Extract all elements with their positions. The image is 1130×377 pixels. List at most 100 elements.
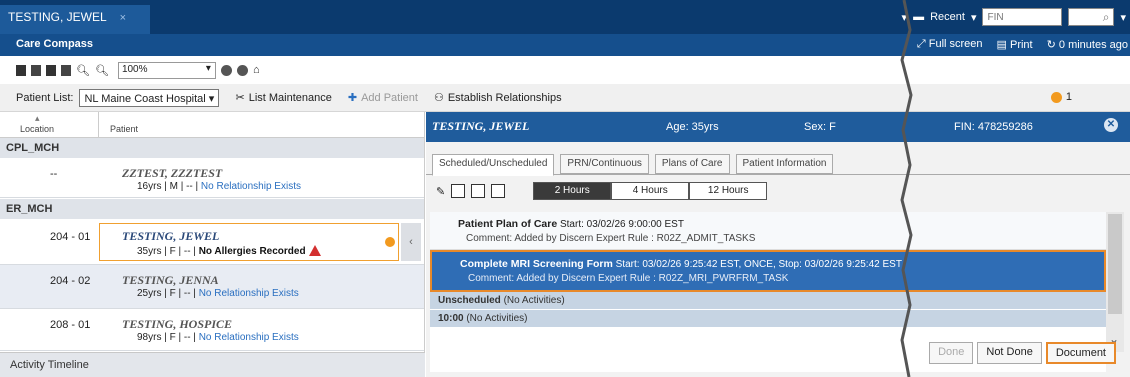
tab-scheduled[interactable]: Scheduled/Unscheduled: [432, 154, 555, 176]
search-icon[interactable]: ⌕: [1068, 8, 1115, 26]
next-icon[interactable]: [61, 64, 71, 76]
patient-info: 25yrs | F | -- | No Relationship Exists: [137, 288, 299, 299]
patient-list-select[interactable]: NL Maine Coast Hospital ▾: [79, 88, 220, 107]
banner-age: Age: 35yrs: [666, 121, 719, 133]
toolbar: 🔍︎ 🔍︎ 100% ▾ ⌂: [0, 56, 1130, 84]
forward-icon[interactable]: [236, 64, 248, 76]
patient-info: 35yrs | F | -- | No Allergies Recorded: [137, 245, 321, 257]
pencil-icon[interactable]: ✎: [436, 185, 445, 198]
refresh-button[interactable]: ↻ 0 minutes ago: [1047, 38, 1128, 51]
tab-patient-information[interactable]: Patient Information: [735, 154, 834, 174]
time-section[interactable]: 10:00 (No Activities): [430, 310, 1106, 328]
banner-fin: FIN: 478259286: [954, 121, 1033, 133]
recent-chevron-icon[interactable]: ▾: [971, 11, 977, 24]
back-icon[interactable]: [220, 64, 232, 76]
relationship-link[interactable]: No Relationship Exists: [201, 181, 301, 192]
patient-list-value: NL Maine Coast Hospital: [84, 92, 206, 105]
range-2-hours[interactable]: 2 Hours: [533, 182, 612, 200]
task-scrollbar[interactable]: ⌄: [1106, 212, 1124, 352]
zoom-select[interactable]: 100% ▾: [117, 61, 216, 79]
patient-list-label: Patient List:: [16, 91, 74, 104]
patient-tab[interactable]: TESTING, JEWEL ×: [0, 5, 150, 34]
scrollbar-thumb[interactable]: [1108, 214, 1122, 314]
alert-indicator-icon[interactable]: [385, 237, 395, 247]
group-header: ER_MCH: [0, 199, 424, 219]
zoom-in-icon[interactable]: 🔍︎: [76, 64, 90, 77]
patient-name[interactable]: TESTING, JENNA: [122, 273, 219, 288]
print-button[interactable]: ▤ Print: [997, 38, 1033, 51]
column-location[interactable]: Location: [20, 124, 54, 134]
task-toolbar: ✎ 2 Hours 4 Hours 12 Hours: [436, 182, 768, 200]
done-button[interactable]: Done: [929, 342, 974, 364]
close-tab-icon[interactable]: ×: [120, 12, 126, 24]
patient-list-bar: Patient List: NL Maine Coast Hospital ▾ …: [0, 84, 1130, 112]
section-label: Unscheduled: [438, 295, 501, 306]
add-task-icon[interactable]: [451, 184, 466, 198]
task-comment: Comment: Added by Discern Expert Rule : …: [466, 233, 756, 244]
unscheduled-section[interactable]: Unscheduled (No Activities): [430, 292, 1106, 310]
patient-row[interactable]: -- ZZTEST, ZZZTEST 16yrs | M | -- | No R…: [0, 158, 424, 198]
torn-edge-decoration: [900, 0, 913, 377]
patient-row[interactable]: 208 - 01 TESTING, HOSPICE 98yrs | F | --…: [0, 309, 424, 351]
zoom-value: 100%: [121, 63, 148, 75]
care-compass-header: Care Compass ⤢ Full screen ▤ Print ↻ 0 m…: [0, 34, 1130, 56]
task-actions: Done Not Done Document: [929, 342, 1116, 364]
edit-document-icon[interactable]: [491, 184, 506, 198]
relationship-link[interactable]: No Relationship Exists: [199, 288, 299, 299]
detail-tabs: Scheduled/Unscheduled PRN/Continuous Pla…: [432, 154, 834, 176]
patient-name[interactable]: ZZTEST, ZZZTEST: [122, 166, 222, 181]
document-button[interactable]: Document: [1045, 342, 1116, 364]
establish-relationships-button[interactable]: ⚇ Establish Relationships: [434, 91, 562, 105]
patient-demographics: 16yrs | M | --: [137, 181, 193, 192]
banner-sex: Sex: F: [804, 121, 836, 133]
zoom-out-icon[interactable]: 🔍︎: [95, 64, 109, 77]
header-actions: ⤢ Full screen ▤ Print ↻ 0 minutes ago: [917, 38, 1128, 51]
alert-icon: [1050, 91, 1062, 103]
add-patient-button[interactable]: ✚ Add Patient: [347, 91, 418, 105]
alert-count-badge[interactable]: 1: [1050, 91, 1072, 103]
patient-name[interactable]: TESTING, HOSPICE: [122, 317, 232, 332]
section-note: (No Activities): [500, 295, 565, 306]
patient-row[interactable]: 204 - 02 TESTING, JENNA 25yrs | F | -- |…: [0, 265, 424, 309]
printer-icon: ▤: [996, 39, 1010, 51]
collapse-panel-button[interactable]: ‹: [401, 223, 421, 261]
range-4-hours[interactable]: 4 Hours: [611, 182, 690, 200]
previous-icon[interactable]: [46, 64, 56, 76]
patient-name[interactable]: TESTING, JEWEL: [122, 229, 219, 244]
section-note: (No Activities): [463, 313, 528, 324]
recent-menu[interactable]: Recent: [930, 11, 965, 23]
plus-icon: ✚: [347, 92, 358, 104]
tab-prn[interactable]: PRN/Continuous: [560, 154, 649, 174]
range-12-hours[interactable]: 12 Hours: [689, 182, 768, 200]
full-screen-button[interactable]: ⤢ Full screen: [917, 38, 983, 51]
not-done-button[interactable]: Not Done: [977, 342, 1042, 364]
patient-location: --: [50, 168, 58, 180]
add-patient-label: Add Patient: [361, 91, 418, 104]
relationship-link[interactable]: No Relationship Exists: [199, 332, 299, 343]
list-column-header: ▴ Location Patient: [0, 112, 424, 138]
task-row-selected[interactable]: Complete MRI Screening Form Start: 03/02…: [430, 250, 1106, 292]
task-comment: Comment: Added by Discern Expert Rule : …: [468, 273, 789, 284]
section-label: 10:00: [438, 313, 464, 324]
fin-search-input[interactable]: [982, 8, 1063, 26]
patient-row-selected[interactable]: 204 - 01 TESTING, JEWEL 35yrs | F | -- |…: [0, 219, 424, 265]
binoculars-icon[interactable]: [16, 64, 26, 76]
patient-info: 16yrs | M | -- | No Relationship Exists: [137, 181, 301, 192]
column-patient[interactable]: Patient: [110, 124, 138, 134]
list-maintenance-button[interactable]: ✂ List Maintenance: [235, 91, 331, 105]
home-icon[interactable]: ⌂: [253, 64, 260, 76]
patient-location: 204 - 01: [50, 231, 91, 243]
tab-plans-of-care[interactable]: Plans of Care: [654, 154, 730, 174]
activity-timeline-bar[interactable]: Activity Timeline: [0, 352, 425, 377]
search-options-chevron-icon[interactable]: ▾: [1120, 11, 1126, 24]
patient-detail-panel: TESTING, JEWEL Age: 35yrs Sex: F FIN: 47…: [426, 112, 1130, 377]
document-icon[interactable]: [31, 64, 41, 76]
recent-search-bar: ▾ ▬ Recent ▾ ⌕ ▾: [902, 6, 1130, 28]
patient-tab-title: TESTING, JEWEL: [8, 10, 107, 24]
sort-caret-icon[interactable]: ▴: [35, 113, 40, 124]
clipboard-icon[interactable]: [471, 184, 486, 198]
patient-location: 208 - 01: [50, 319, 91, 331]
close-icon[interactable]: ✕: [1104, 118, 1118, 132]
task-row[interactable]: Patient Plan of Care Start: 03/02/26 9:0…: [430, 212, 1106, 250]
column-divider: [98, 112, 99, 138]
